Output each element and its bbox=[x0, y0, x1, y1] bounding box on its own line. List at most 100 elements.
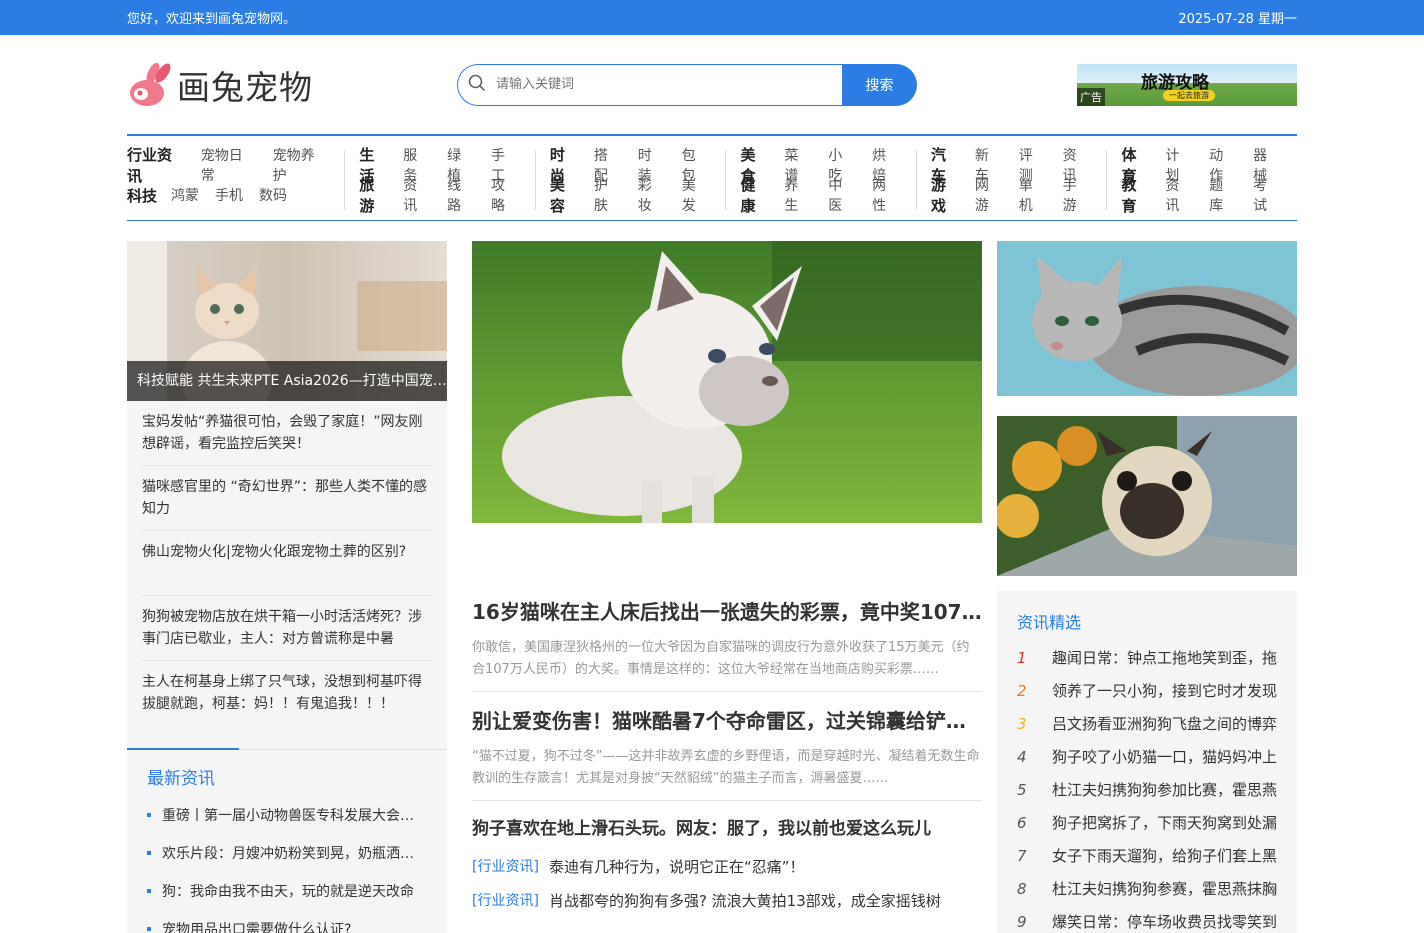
left-list-item[interactable]: 宝妈发帖“养猫很可怕，会毁了家庭！”网友刚想辟谣，看完监控后笑哭！ bbox=[142, 401, 432, 466]
date-text: 2025-07-28 星期一 bbox=[1178, 12, 1297, 27]
nav-subcategory-link[interactable]: 养生 bbox=[784, 175, 812, 215]
ad-banner[interactable]: 旅游攻略 一起去旅游 广告 bbox=[1077, 63, 1297, 106]
nav-subcategory-link[interactable]: 彩妆 bbox=[638, 175, 666, 215]
nav-subcategory-link[interactable]: 资讯 bbox=[1165, 175, 1193, 215]
nav-subcategory-link[interactable]: 护肤 bbox=[594, 175, 622, 215]
nav-category-link[interactable]: 美容 bbox=[550, 174, 580, 216]
white-kitten-photo bbox=[472, 241, 982, 523]
tabby-cat-photo bbox=[997, 241, 1297, 396]
editor-pick-item[interactable]: 8 杜江夫妇携狗狗参赛，霍思燕抹胸 bbox=[1017, 872, 1277, 905]
latest-news-title: 最新资讯 bbox=[147, 769, 215, 789]
left-article-list: 宝妈发帖“养猫很可怕，会毁了家庭！”网友刚想辟谣，看完监控后笑哭！ 猫咪感官里的 … bbox=[127, 401, 447, 749]
nav-subcategory-link[interactable]: 手游 bbox=[1063, 175, 1091, 215]
editor-pick-item[interactable]: 6 狗子把窝拆了，下雨天狗窝到处漏 bbox=[1017, 806, 1277, 839]
category-tag-link[interactable]: [行业资讯] bbox=[472, 856, 539, 876]
nav-subcategory-link[interactable]: 中医 bbox=[828, 175, 856, 215]
nav-subcategory-link[interactable]: 考试 bbox=[1253, 175, 1281, 215]
article-summary: 你敢信，美国康涅狄格州的一位大爷因为自家猫咪的调皮行为意外收获了15万美元（约合… bbox=[472, 640, 970, 677]
editor-pick-text: 吕文扬看亚洲狗狗飞盘之间的博弈 bbox=[1052, 715, 1277, 733]
latest-news-text: 狗：我命由我不由天，玩的就是逆天改命 bbox=[162, 884, 414, 900]
nav-category-link[interactable]: 教育 bbox=[1121, 174, 1151, 216]
nav-subcategory-link[interactable]: 网游 bbox=[975, 175, 1003, 215]
tabby-cat-image[interactable] bbox=[997, 241, 1297, 396]
nav-subcategory-link[interactable]: 宠物养护 bbox=[273, 145, 329, 185]
editor-pick-text: 爆笑日常：停车场收费员找零笑到 bbox=[1052, 913, 1277, 931]
featured-article-left[interactable]: 科技赋能 共生未来PTE Asia2026—打造中国宠物产业国际化新标杆 bbox=[127, 241, 447, 401]
editor-pick-text: 狗子咬了小奶猫一口，猫妈妈冲上去 bbox=[1052, 748, 1277, 766]
tagged-article: [行业资讯] 泰迪有几种行为，说明它正在“忍痛”！ bbox=[472, 849, 982, 883]
editor-pick-item[interactable]: 3 吕文扬看亚洲狗狗飞盘之间的博弈 bbox=[1017, 707, 1277, 740]
editor-pick-item[interactable]: 9 爆笑日常：停车场收费员找零笑到 bbox=[1017, 905, 1277, 933]
search-field bbox=[457, 63, 842, 106]
tagged-article-title[interactable]: 泰迪有几种行为，说明它正在“忍痛”！ bbox=[549, 856, 805, 877]
pug-photo bbox=[997, 416, 1297, 576]
left-column: 科技赋能 共生未来PTE Asia2026—打造中国宠物产业国际化新标杆 宝妈发… bbox=[127, 241, 447, 933]
search-icon bbox=[468, 74, 486, 96]
logo-text: 画兔宠物 bbox=[177, 67, 313, 107]
small-article[interactable]: 狗子喜欢在地上滑石头玩。网友：服了，我以前也爱这么玩儿 bbox=[472, 814, 982, 839]
latest-news-item[interactable]: 重磅丨第一届小动物兽医专科发展大会在京举办 bbox=[147, 805, 427, 843]
nav-subcategory-link[interactable]: 两性 bbox=[872, 175, 900, 215]
right-column: 资讯精选 1 趣闻日常：钟点工拖地笑到歪，拖把都快飞了 2 领养了一只小狗，接到它时才… bbox=[997, 241, 1297, 933]
left-list-item[interactable]: 狗狗被宠物店放在烘干箱一小时活活烤死？涉事门店已歇业，主人：对方曾谎称是中暑 bbox=[142, 596, 432, 661]
top-bar: 您好，欢迎来到画兔宠物网。 2025-07-28 星期一 bbox=[0, 0, 1424, 35]
rank-number: 5 bbox=[1017, 780, 1027, 799]
left-list-item[interactable]: 猫咪感官里的 “奇幻世界”：那些人类不懂的感知力 bbox=[142, 466, 432, 531]
site-logo[interactable]: 画兔宠物 bbox=[127, 61, 457, 109]
latest-news-text: 宠物用品出口需要做什么认证? bbox=[162, 922, 352, 933]
nav-subcategory-link[interactable]: 线路 bbox=[447, 175, 475, 215]
latest-news-text: 重磅丨第一届小动物兽医专科发展大会在京举办 bbox=[162, 808, 427, 824]
rank-number: 1 bbox=[1017, 648, 1027, 667]
latest-news-item[interactable]: 宠物用品出口需要做什么认证? bbox=[147, 919, 427, 933]
nav-category-link[interactable]: 健康 bbox=[740, 174, 770, 216]
nav-subcategory-link[interactable]: 数码 bbox=[259, 185, 287, 205]
editor-pick-item[interactable]: 2 领养了一只小狗，接到它时才发现 bbox=[1017, 674, 1277, 707]
rank-number: 3 bbox=[1017, 714, 1027, 733]
latest-news-item[interactable]: 欢乐片段：月嫂冲奶粉笑到晃，奶瓶洒成喷泉 bbox=[147, 843, 427, 881]
category-nav: 行业资讯 宠物日常 宠物养护 科技 鸿蒙 手机 数码 生活 服务 绿植 手工 旅游 资讯 线路 攻略 时尚 搭配… bbox=[127, 134, 1297, 221]
category-tag-link[interactable]: [行业资讯] bbox=[472, 890, 539, 910]
editor-pick-text: 杜江夫妇携狗狗参加比赛，霍思燕 bbox=[1052, 781, 1277, 799]
editor-pick-item[interactable]: 5 杜江夫妇携狗狗参加比赛，霍思燕 bbox=[1017, 773, 1277, 806]
nav-subcategory-link[interactable]: 美发 bbox=[682, 175, 710, 215]
pug-image[interactable] bbox=[997, 416, 1297, 576]
editor-pick-item[interactable]: 1 趣闻日常：钟点工拖地笑到歪，拖把都快飞了 bbox=[1017, 641, 1277, 674]
article-title[interactable]: 别让爱变伤害！猫咪酷暑7个夺命雷区，过关锦囊给铲屎官 bbox=[472, 705, 982, 734]
left-list-item[interactable]: 佛山宠物火化|宠物火化跟宠物土葬的区别? bbox=[142, 531, 432, 596]
nav-subcategory-link[interactable]: 宠物日常 bbox=[201, 145, 257, 185]
nav-row: 美容 护肤 彩妆 美发 bbox=[550, 176, 726, 215]
search-form: 搜索 bbox=[457, 63, 917, 106]
ad-label: 广告 bbox=[1077, 87, 1105, 106]
latest-news-item[interactable]: 狗：我命由我不由天，玩的就是逆天改命 bbox=[147, 881, 427, 919]
editor-pick-item[interactable]: 7 女子下雨天遛狗，给狗子们套上黑色 bbox=[1017, 839, 1277, 872]
editor-pick-item[interactable]: 4 狗子咬了小奶猫一口，猫妈妈冲上去 bbox=[1017, 740, 1277, 773]
ad-subtitle: 一起去旅游 bbox=[1163, 89, 1215, 101]
nav-subcategory-link[interactable]: 题库 bbox=[1209, 175, 1237, 215]
middle-column: 16岁猫咪在主人床后找出一张遗失的彩票，竟中奖107万元你敢信，美国康涅狄格州的… bbox=[472, 241, 982, 933]
nav-row: 旅游 资讯 线路 攻略 bbox=[359, 176, 535, 215]
article-title[interactable]: 16岁猫咪在主人床后找出一张遗失的彩票，竟中奖107万元 bbox=[472, 596, 982, 625]
nav-row: 游戏 网游 单机 手游 bbox=[931, 176, 1107, 215]
editor-pick-text: 狗子把窝拆了，下雨天狗窝到处漏 bbox=[1052, 814, 1277, 832]
nav-category-link[interactable]: 行业资讯 bbox=[127, 144, 187, 186]
nav-subcategory-link[interactable]: 手机 bbox=[215, 185, 243, 205]
main-featured-image[interactable] bbox=[472, 241, 982, 523]
bullet-icon bbox=[147, 813, 151, 817]
nav-category-link[interactable]: 游戏 bbox=[931, 174, 961, 216]
bullet-icon bbox=[147, 889, 151, 893]
tagged-article-title[interactable]: 肖战都夸的狗狗有多强? 流浪大黄拍13部戏，成全家摇钱树 bbox=[549, 890, 941, 911]
nav-subcategory-link[interactable]: 鸿蒙 bbox=[171, 185, 199, 205]
small-article-title[interactable]: 狗子喜欢在地上滑石头玩。网友：服了，我以前也爱这么玩儿 bbox=[472, 814, 982, 839]
left-list-item[interactable]: 主人在柯基身上绑了只气球，没想到柯基吓得拔腿就跑，柯基：妈！！有鬼追我！！！ bbox=[142, 661, 432, 726]
nav-group: 体育 计划 动作 器械 教育 资讯 题库 考试 bbox=[1107, 146, 1297, 215]
nav-category-link[interactable]: 科技 bbox=[127, 185, 157, 206]
featured-caption: 科技赋能 共生未来PTE Asia2026—打造中国宠物产业国际化新标杆 bbox=[127, 361, 447, 401]
search-button[interactable]: 搜索 bbox=[842, 63, 917, 106]
nav-subcategory-link[interactable]: 攻略 bbox=[491, 175, 519, 215]
rank-number: 6 bbox=[1017, 813, 1027, 832]
nav-category-link[interactable]: 旅游 bbox=[359, 174, 389, 216]
nav-subcategory-link[interactable]: 单机 bbox=[1019, 175, 1047, 215]
editor-pick-text: 杜江夫妇携狗狗参赛，霍思燕抹胸 bbox=[1052, 880, 1277, 898]
nav-subcategory-link[interactable]: 资讯 bbox=[403, 175, 431, 215]
search-input[interactable] bbox=[496, 77, 816, 92]
